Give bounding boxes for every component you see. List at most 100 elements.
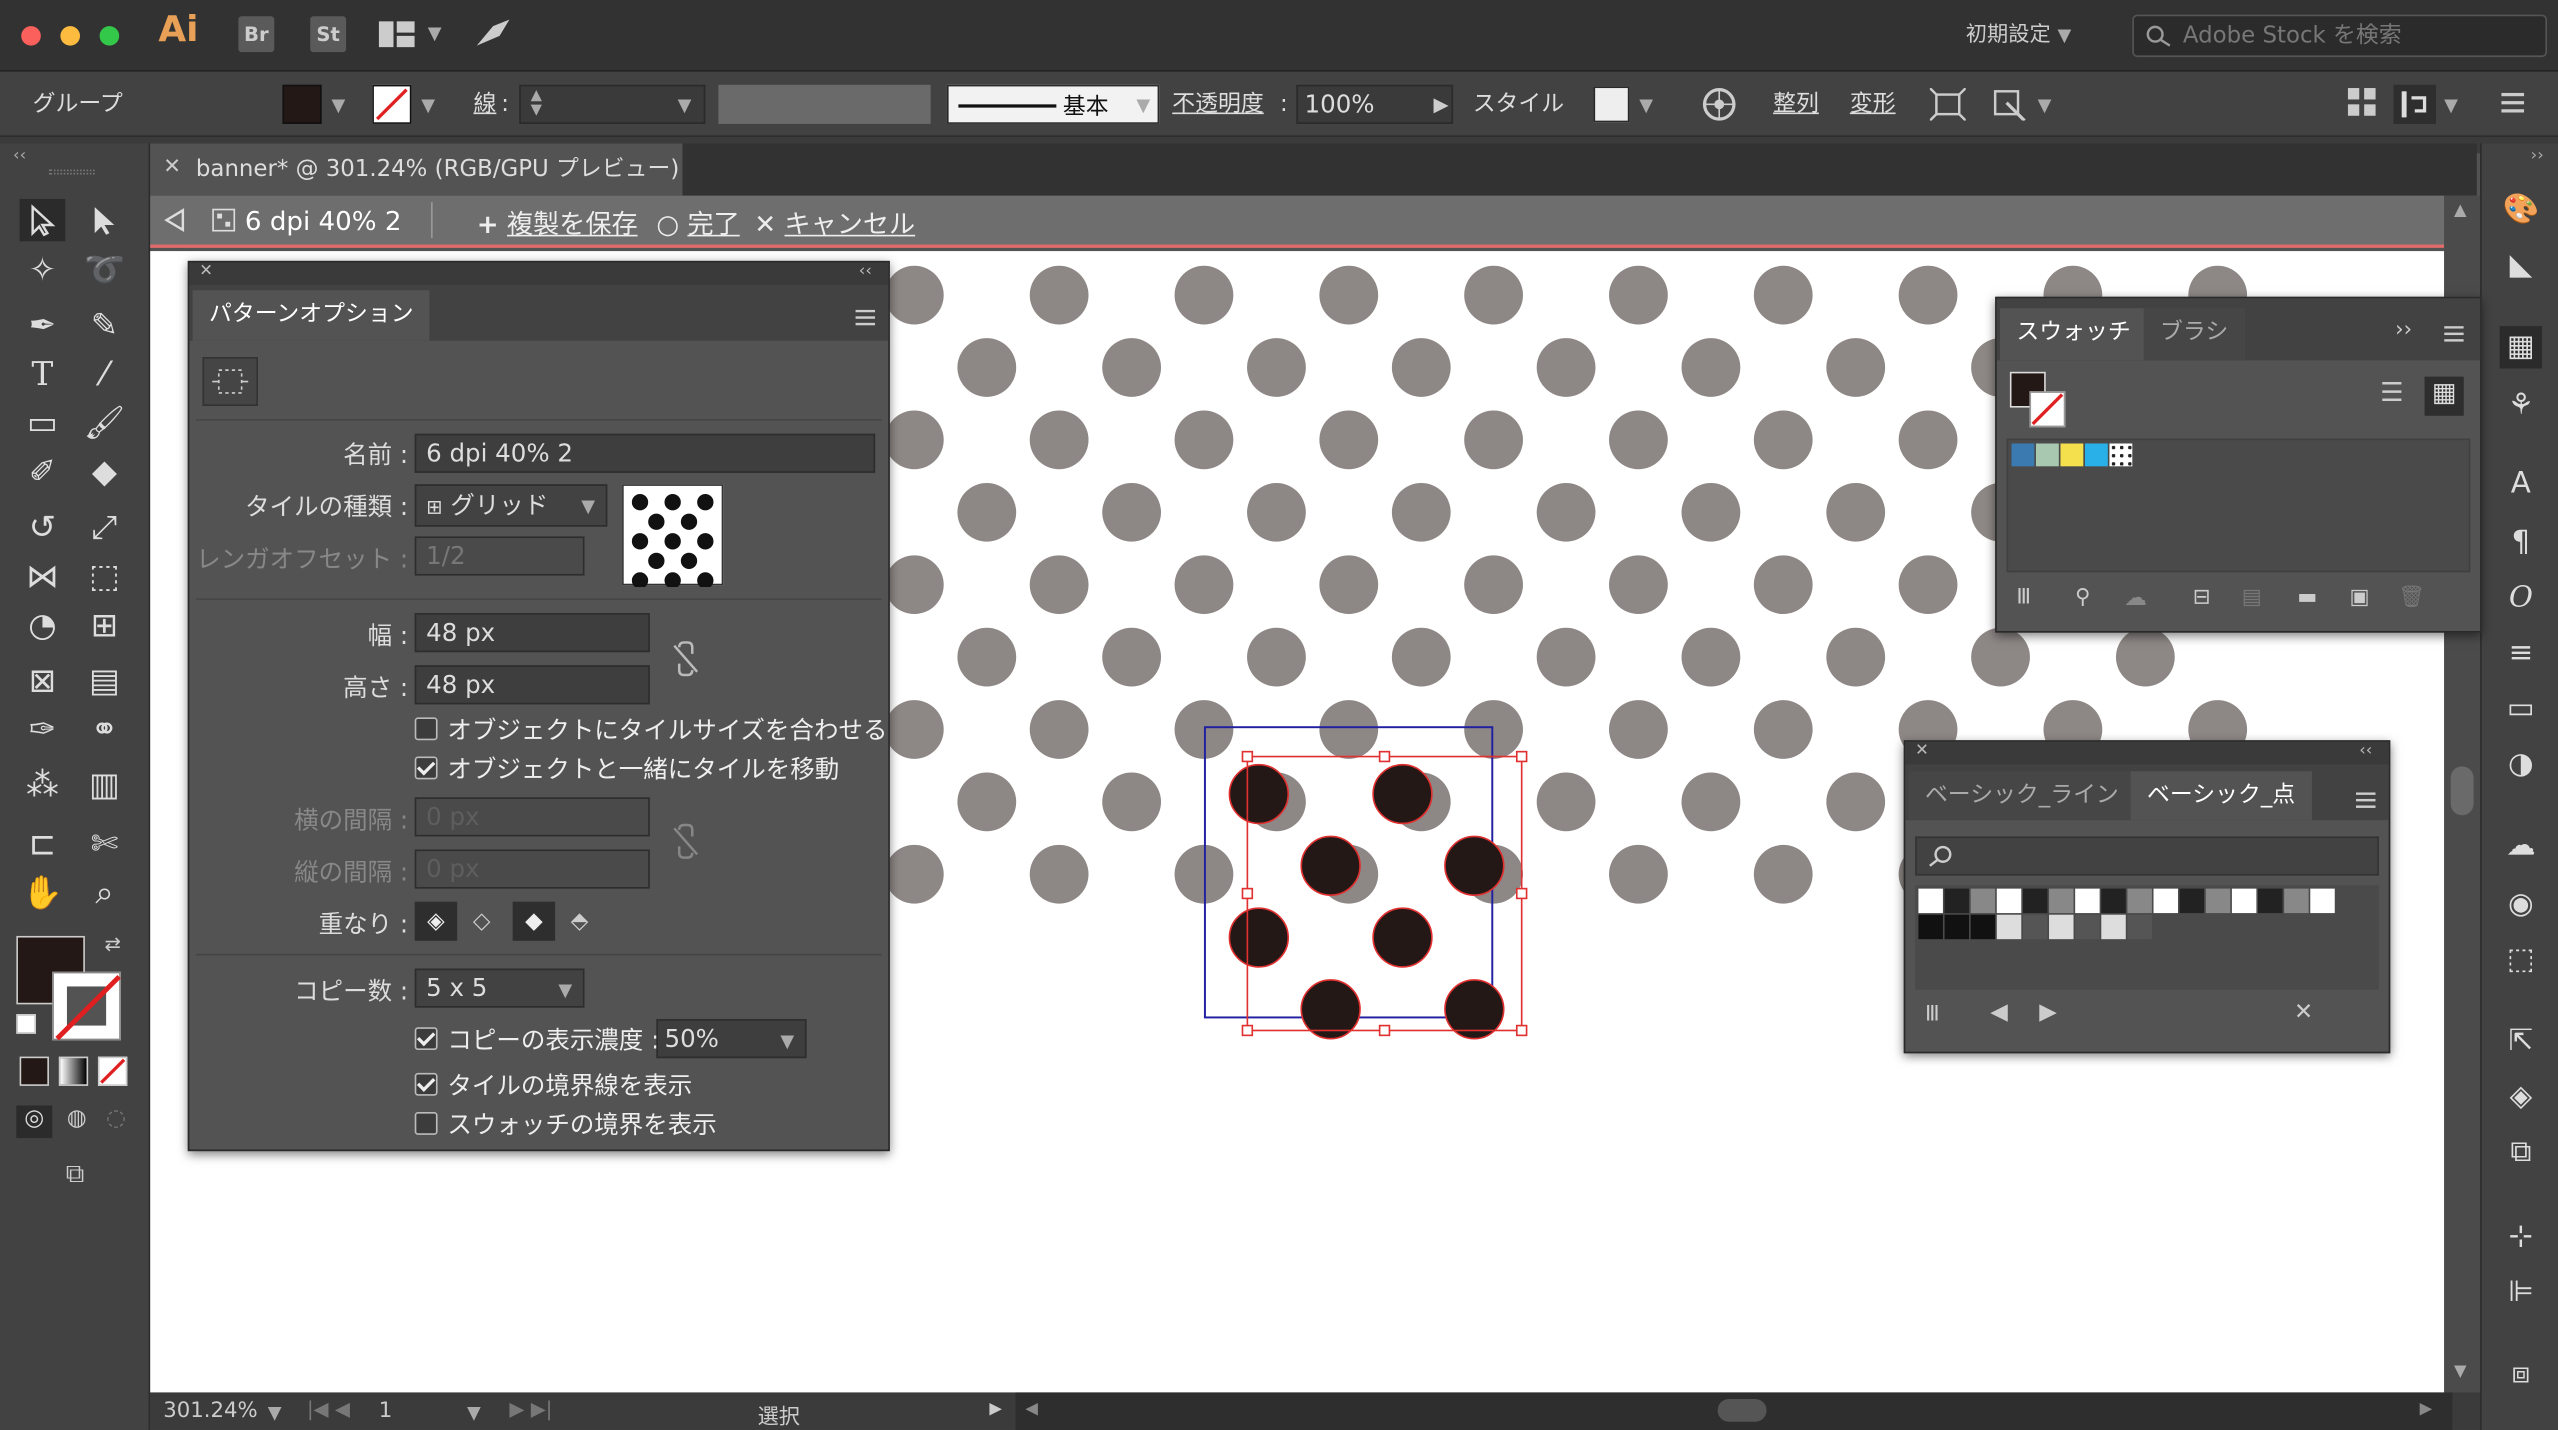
menu-icon[interactable]	[2501, 91, 2525, 120]
transform-panel-icon[interactable]: ⊹	[2500, 1216, 2542, 1258]
show-swatch-bounds-checkbox[interactable]	[414, 1112, 438, 1135]
status-menu-icon[interactable]: ▶	[989, 1401, 1002, 1419]
collapse-panel-icon[interactable]: ‹‹	[2359, 742, 2372, 760]
tools-icon[interactable]: ✕	[2294, 999, 2313, 1025]
appearance-panel-icon[interactable]: ◉	[2500, 884, 2542, 926]
screen-mode-icon[interactable]: ⧉	[52, 1158, 98, 1191]
default-colors-icon[interactable]	[16, 1014, 36, 1034]
h-scroll-thumb[interactable]	[1717, 1398, 1767, 1422]
expand-icon[interactable]: ››	[2531, 147, 2544, 165]
cc-libraries-icon[interactable]: ☁	[2500, 825, 2542, 867]
tile-type-select[interactable]: ⊞ グリッド	[414, 484, 608, 527]
last-page-icon[interactable]: ▶ ▶|	[509, 1397, 552, 1420]
align-to-icon[interactable]	[2393, 84, 2436, 124]
opacity-label[interactable]: 不透明度	[1172, 86, 1263, 122]
align-panel-icon[interactable]: ⊫	[2500, 1272, 2542, 1314]
zoom-level[interactable]: 301.24%	[163, 1399, 257, 1423]
collapse-panel-icon[interactable]: ‹‹	[859, 263, 872, 281]
panel-menu-icon[interactable]	[2444, 324, 2464, 348]
gradient-panel-icon[interactable]: ▭	[2500, 688, 2542, 730]
chevron-down-icon[interactable]: ▼	[467, 1402, 481, 1423]
stroke-weight-input[interactable]: ▼ ▲ ▼	[519, 84, 706, 124]
swatch-options-icon[interactable]: ⊟	[2193, 585, 2211, 609]
swatches-panel-icon[interactable]: ▦	[2499, 326, 2543, 369]
tile-height-field[interactable]: 48 px	[414, 665, 650, 705]
direct-selection-tool-icon[interactable]	[82, 199, 128, 241]
cancel-button[interactable]: ✕ キャンセル	[754, 202, 915, 241]
swatch-color[interactable]	[2011, 443, 2035, 467]
stroke-color-swatch[interactable]	[52, 971, 121, 1041]
gradient-tool-icon[interactable]: ▤	[82, 659, 128, 701]
rotate-tool-icon[interactable]: ↺	[20, 505, 66, 547]
artboards-panel-icon[interactable]: ⧉	[2500, 1132, 2542, 1174]
stroke-none-swatch[interactable]	[372, 84, 412, 124]
free-transform-tool-icon[interactable]: ⬚	[82, 554, 128, 596]
curvature-tool-icon[interactable]: ✎	[82, 303, 128, 345]
list-view-icon[interactable]: ☰	[2372, 377, 2411, 416]
transform-panel-link[interactable]: 変形	[1850, 86, 1896, 122]
next-library-icon[interactable]: ▶	[2039, 999, 2057, 1025]
character-panel-icon[interactable]: A	[2500, 463, 2542, 505]
draw-behind-icon[interactable]: ◍	[59, 1105, 95, 1138]
show-kinds-icon[interactable]: ⚲	[2075, 585, 2091, 609]
done-button[interactable]: ○ 完了	[656, 202, 739, 241]
chevron-down-icon[interactable]: ▼	[421, 95, 435, 116]
arrange-documents-icon[interactable]	[378, 21, 415, 48]
link-proportions-icon[interactable]	[669, 641, 702, 683]
align-panel-link[interactable]: 整列	[1773, 86, 1819, 122]
paragraph-panel-icon[interactable]: ¶	[2500, 522, 2542, 564]
puppet-warp-icon[interactable]	[1992, 88, 2028, 127]
chevron-down-icon[interactable]: ▼	[331, 95, 345, 116]
new-folder-icon[interactable]: ▬	[2297, 585, 2317, 609]
shape-builder-tool-icon[interactable]: ◔	[20, 603, 66, 645]
bottom-in-front-icon[interactable]: ⬘	[558, 902, 600, 941]
pathfinder-panel-icon[interactable]: ⧈	[2500, 1353, 2542, 1395]
eraser-tool-icon[interactable]: ◆	[82, 450, 128, 492]
scale-tool-icon[interactable]: ⤢	[82, 505, 128, 547]
swatch-libraries-icon[interactable]: Ⅲ	[1925, 1003, 1940, 1027]
swatch-color[interactable]	[2060, 443, 2084, 467]
stroke-panel-icon[interactable]: ≡	[2500, 633, 2542, 675]
back-arrow-icon[interactable]	[160, 207, 189, 240]
line-tool-icon[interactable]: ⁄	[82, 352, 128, 394]
brushes-panel-icon[interactable]: ⚘	[2500, 385, 2542, 427]
previous-library-icon[interactable]: ◀	[1990, 999, 2008, 1025]
show-tile-edge-checkbox[interactable]	[414, 1072, 438, 1096]
stock-search-input[interactable]: Adobe Stock を検索	[2132, 14, 2548, 58]
swap-fill-stroke-icon[interactable]: ⇄	[104, 933, 120, 956]
mesh-tool-icon[interactable]: ⊠	[20, 659, 66, 701]
opacity-input[interactable]: 100%	[1296, 84, 1454, 124]
color-mode-icon[interactable]	[19, 1056, 49, 1086]
swatch-color[interactable]	[2035, 443, 2059, 467]
layers-panel-icon[interactable]: ◈	[2500, 1076, 2542, 1118]
graph-tool-icon[interactable]: ▥	[82, 763, 128, 805]
chevron-right-icon[interactable]: ▶	[1434, 93, 1449, 116]
lasso-tool-icon[interactable]: ➰	[82, 248, 128, 290]
magic-wand-tool-icon[interactable]: ✧	[20, 248, 66, 290]
transparency-panel-icon[interactable]: ◑	[2500, 744, 2542, 786]
top-in-front-icon[interactable]: ◆	[512, 901, 556, 941]
opentype-panel-icon[interactable]: O	[2500, 577, 2542, 619]
recolor-artwork-icon[interactable]	[1701, 86, 1737, 128]
eyedropper-tool-icon[interactable]: ✑	[20, 708, 66, 750]
close-tab-icon[interactable]: ✕	[163, 155, 181, 179]
zoom-tool-icon[interactable]: ⌕	[82, 871, 128, 913]
variable-width-profile[interactable]	[718, 84, 931, 124]
draw-normal-icon[interactable]: ◎	[16, 1105, 53, 1139]
stroke-label[interactable]: 線	[473, 86, 496, 122]
export-assets-icon[interactable]: ⇱	[2500, 1021, 2542, 1063]
panel-menu-icon[interactable]	[855, 308, 876, 332]
gpu-performance-icon[interactable]	[473, 16, 512, 52]
stroke-color-swatch[interactable]	[2029, 391, 2066, 428]
pattern-tile-tool-icon[interactable]	[202, 357, 258, 406]
left-in-front-icon[interactable]: ◈	[414, 901, 458, 941]
collapse-icon[interactable]: ‹‹	[13, 147, 26, 165]
hand-tool-icon[interactable]: ✋	[20, 871, 66, 913]
isolate-icon[interactable]	[1928, 87, 1967, 127]
blend-tool-icon[interactable]: ⚭	[82, 708, 128, 750]
library-search-input[interactable]	[1915, 836, 2379, 876]
paintbrush-tool-icon[interactable]: 🖌	[82, 401, 128, 443]
graphic-styles-icon[interactable]: ⬚	[2500, 939, 2542, 981]
pen-tool-icon[interactable]: ✒	[20, 303, 66, 345]
tile-width-field[interactable]: 48 px	[414, 613, 650, 653]
